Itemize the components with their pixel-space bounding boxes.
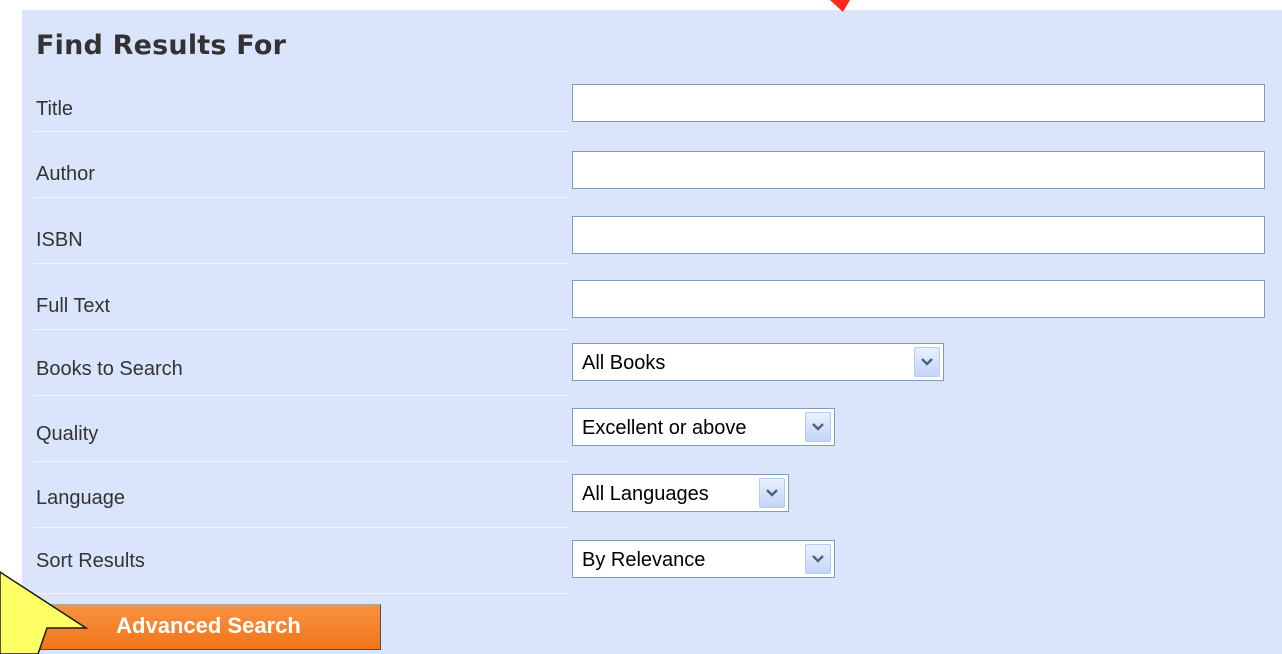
full-text-row: Full Text <box>34 264 580 330</box>
isbn-label: ISBN <box>36 229 83 251</box>
screenshot-frame: Find Results For Title Author ISBN Full … <box>0 0 1282 654</box>
language-row: Language <box>34 462 580 528</box>
chevron-down-icon[interactable] <box>805 544 831 574</box>
books-to-search-select[interactable]: All Books <box>572 343 944 381</box>
full-text-input[interactable] <box>572 280 1265 318</box>
advanced-search-button[interactable]: Advanced Search <box>36 604 381 650</box>
chevron-down-icon[interactable] <box>805 412 831 442</box>
full-text-label: Full Text <box>36 295 111 317</box>
sort-results-value: By Relevance <box>582 549 706 571</box>
sort-results-label: Sort Results <box>36 550 145 572</box>
language-select[interactable]: All Languages <box>572 474 789 512</box>
author-label: Author <box>36 163 95 185</box>
isbn-row: ISBN <box>34 198 580 264</box>
sort-results-select[interactable]: By Relevance <box>572 540 835 578</box>
books-to-search-value: All Books <box>582 352 666 374</box>
quality-label: Quality <box>36 423 99 445</box>
language-value: All Languages <box>582 483 709 505</box>
quality-row: Quality <box>34 396 580 462</box>
panel-title: Find Results For <box>36 30 287 61</box>
chevron-down-icon[interactable] <box>759 478 785 508</box>
books-to-search-row: Books to Search <box>34 330 580 396</box>
isbn-input[interactable] <box>572 216 1265 254</box>
books-to-search-label: Books to Search <box>36 358 183 380</box>
quality-select[interactable]: Excellent or above <box>572 408 835 446</box>
author-row: Author <box>34 132 580 198</box>
quality-value: Excellent or above <box>582 417 747 439</box>
title-label: Title <box>36 98 74 120</box>
sort-results-row: Sort Results <box>34 528 580 594</box>
language-label: Language <box>36 487 125 509</box>
title-row: Title <box>34 66 580 132</box>
author-input[interactable] <box>572 151 1265 189</box>
title-input[interactable] <box>572 84 1265 122</box>
advanced-search-panel: Find Results For Title Author ISBN Full … <box>22 10 1282 654</box>
row-divider <box>34 593 568 594</box>
chevron-down-icon[interactable] <box>914 347 940 377</box>
